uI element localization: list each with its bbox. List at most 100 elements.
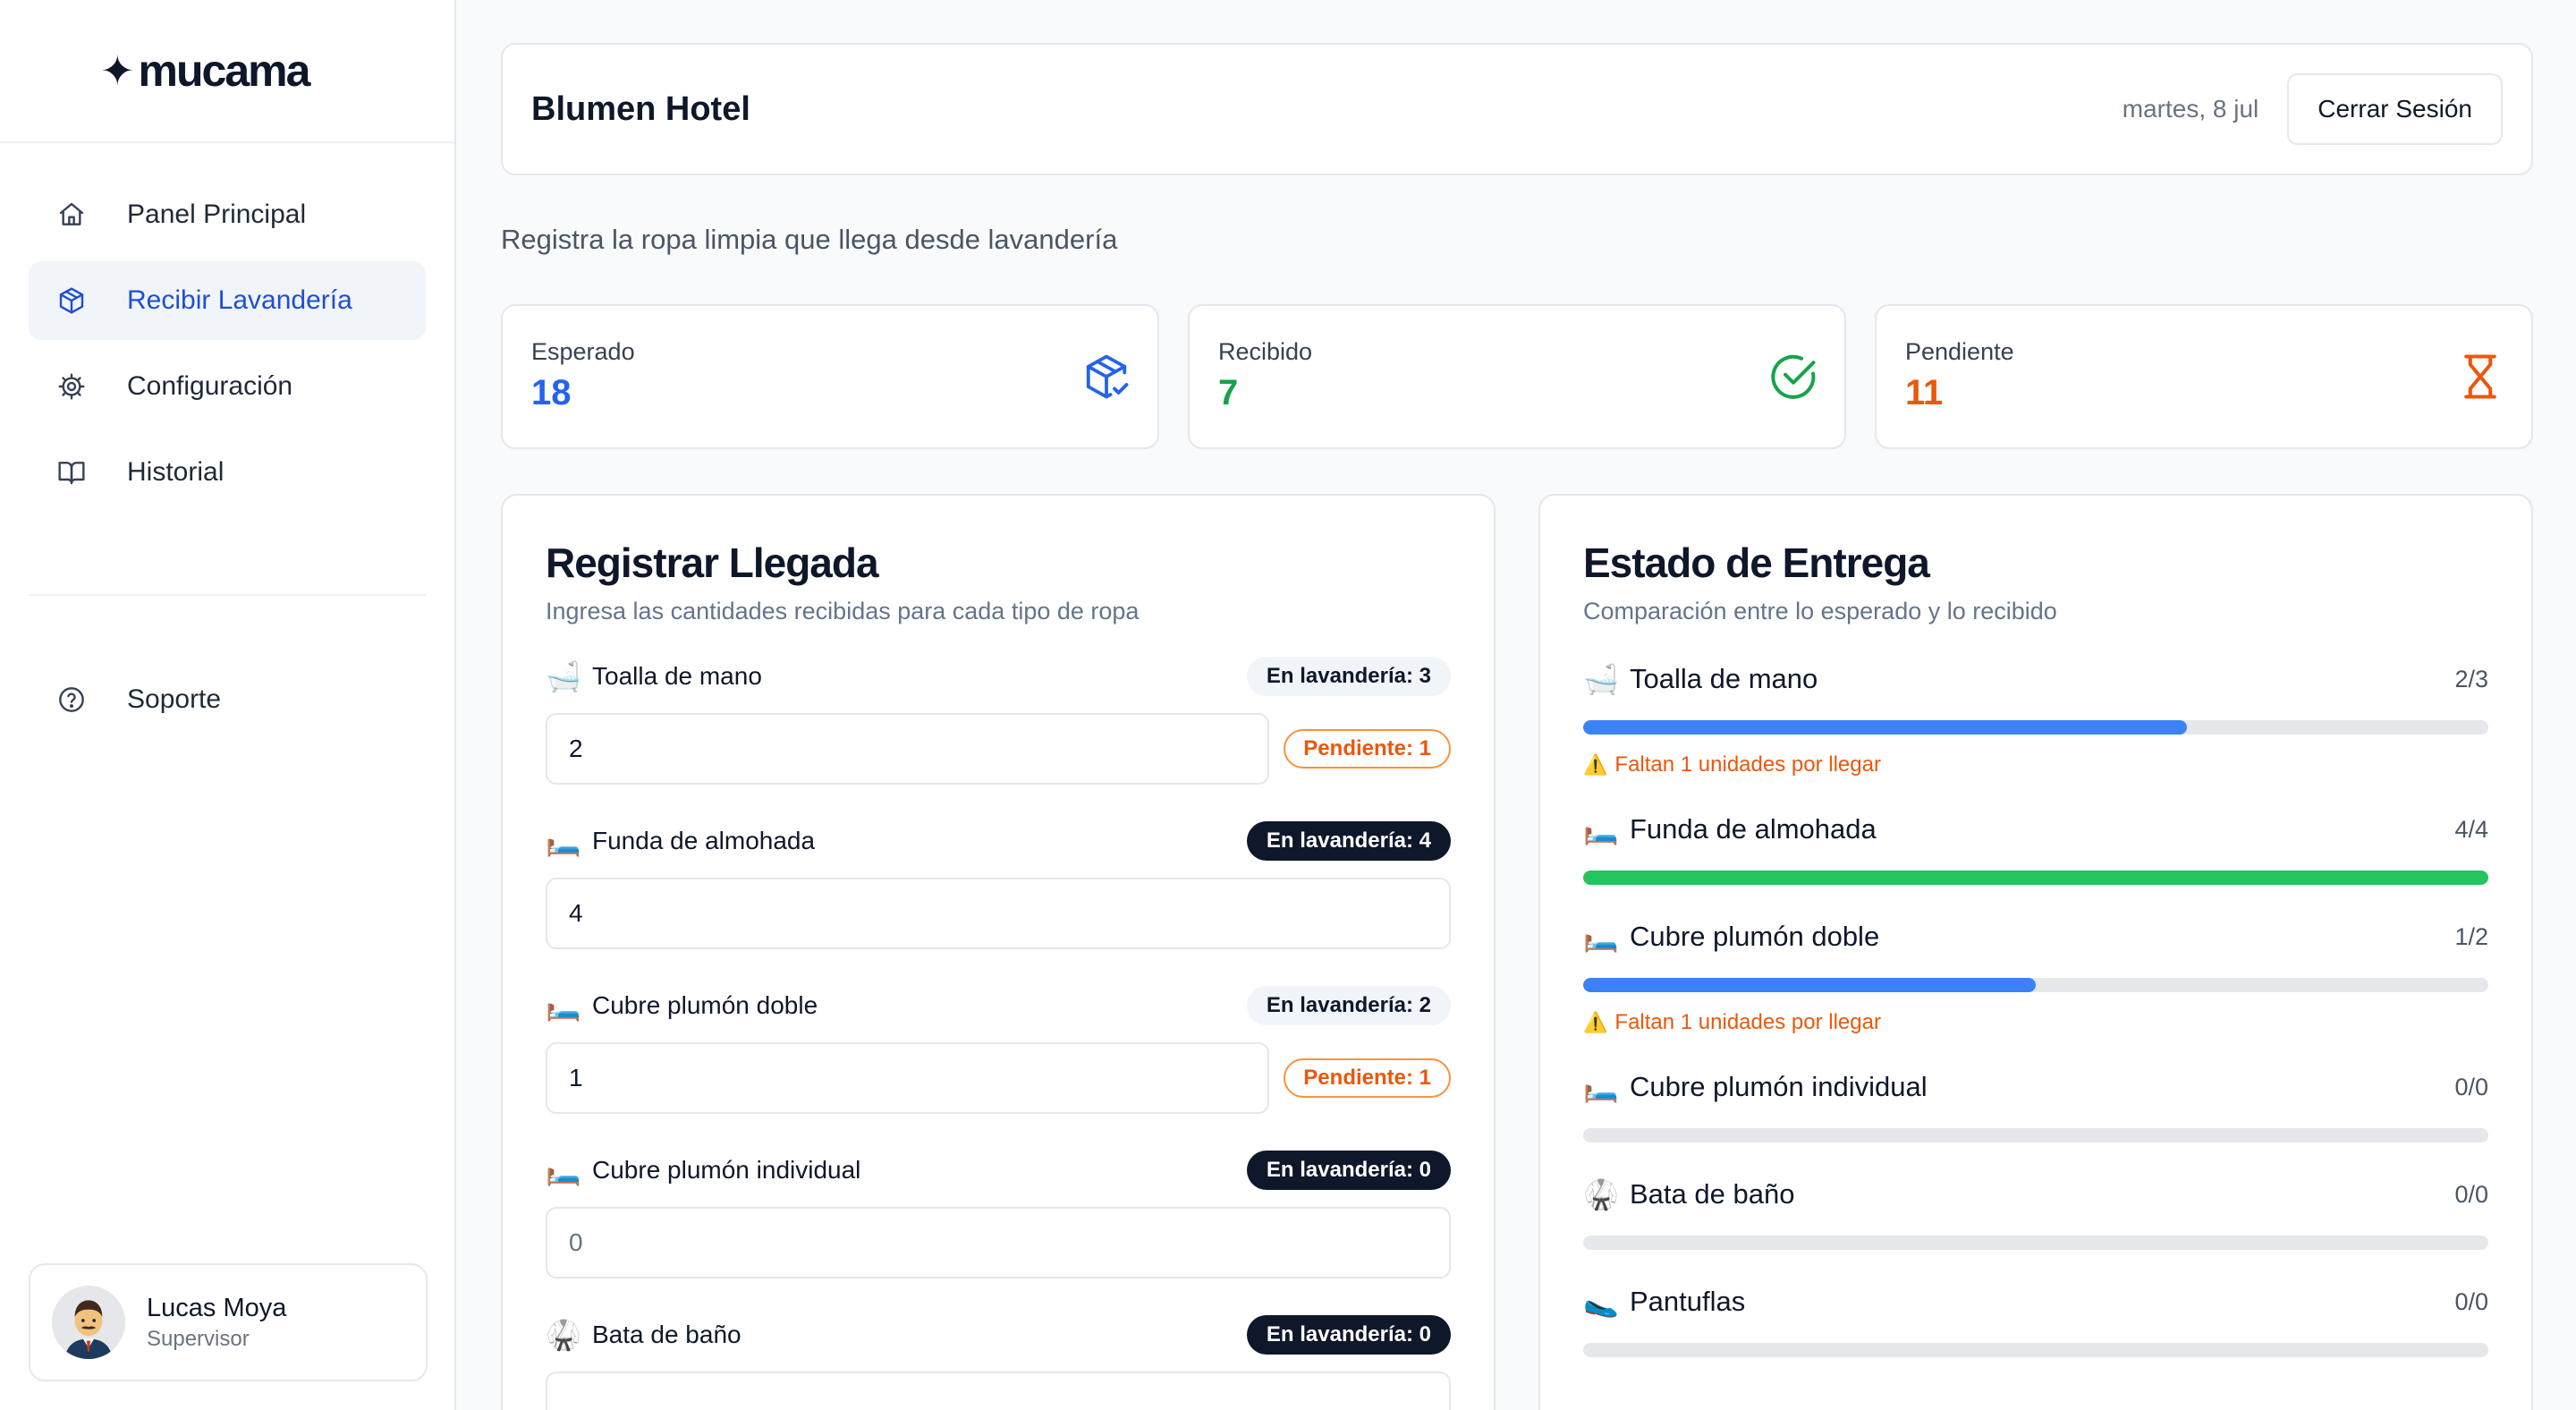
sidebar-item-soporte[interactable]: Soporte — [29, 660, 426, 739]
sidebar-item-configuracion[interactable]: Configuración — [29, 347, 426, 426]
list-item: 🥋 Bata de baño En lavandería: 0 — [546, 1312, 1451, 1410]
stat-card-recibido: Recibido 7 — [1188, 304, 1846, 449]
item-name: Pantuflas — [1630, 1286, 1746, 1317]
quantity-input[interactable] — [546, 1207, 1451, 1278]
laundry-count-badge: En lavandería: 3 — [1246, 657, 1451, 696]
progress-bar — [1583, 1236, 2488, 1250]
help-circle-icon — [55, 684, 88, 716]
list-item: 🛏️ Funda de almohada 4/4 — [1583, 808, 2488, 915]
logo-text: mucama — [138, 46, 311, 96]
user-role: Supervisor — [147, 1326, 250, 1351]
registrar-list: 🛁 Toalla de mano En lavandería: 3 Pendie… — [546, 654, 1451, 1410]
warning-text: ⚠️ Faltan 1 unidades por llegar — [1583, 1008, 2488, 1037]
check-circle-icon — [1769, 352, 1818, 401]
user-info: Lucas Moya Supervisor — [147, 1294, 286, 1352]
list-item: 🥋 Bata de baño 0/0 — [1583, 1173, 2488, 1280]
item-name: Toalla de mano — [1630, 663, 1818, 694]
robe-icon: 🥋 — [546, 1319, 581, 1351]
item-name: Bata de baño — [1630, 1178, 1795, 1210]
list-item: 🛏️ Cubre plumón individual 0/0 — [1583, 1066, 2488, 1173]
item-count: 0/0 — [2454, 1073, 2488, 1100]
item-name: Cubre plumón individual — [592, 1156, 861, 1184]
stat-value: 18 — [531, 373, 572, 412]
warning-icon: ⚠️ — [1583, 1011, 1608, 1033]
item-count: 1/2 — [2454, 922, 2488, 950]
sidebar: ✦ mucama Panel Principal Recibir Lavande… — [0, 0, 456, 1410]
stat-card-esperado: Esperado 18 — [501, 304, 1159, 449]
user-profile-card[interactable]: Lucas Moya Supervisor — [29, 1263, 428, 1381]
list-item: 🛁 Toalla de mano 2/3 ⚠️ Faltan 1 unidades… — [1583, 658, 2488, 808]
bed-icon: 🛏️ — [1583, 921, 1619, 953]
item-name: Cubre plumón doble — [592, 991, 818, 1019]
warning-icon: ⚠️ — [1583, 753, 1608, 776]
warning-label: Faltan 1 unidades por llegar — [1614, 1010, 1881, 1034]
bathtub-icon: 🛁 — [1583, 663, 1619, 695]
item-name: Funda de almohada — [1630, 813, 1877, 845]
item-name: Bata de baño — [592, 1321, 741, 1348]
panel-subtitle: Ingresa las cantidades recibidas para ca… — [546, 598, 1140, 624]
bed-icon: 🛏️ — [546, 1154, 581, 1186]
progress-bar — [1583, 871, 2488, 885]
item-name: Toalla de mano — [592, 662, 762, 690]
home-icon — [55, 199, 88, 231]
stat-card-pendiente: Pendiente 11 — [1875, 304, 2533, 449]
logo-star-icon: ✦ — [100, 47, 135, 94]
estado-entrega-panel: Estado de Entrega Comparación entre lo e… — [1538, 494, 2533, 1410]
package-check-icon — [1082, 352, 1131, 401]
stat-label: Recibido — [1218, 338, 1313, 365]
sidebar-item-recibir-lavanderia[interactable]: Recibir Lavandería — [29, 261, 426, 340]
stat-value: 7 — [1218, 373, 1239, 412]
page-subtitle: Registra la ropa limpia que llega desde … — [501, 224, 1118, 255]
quantity-input[interactable] — [546, 1042, 1270, 1114]
bed-icon: 🛏️ — [1583, 1071, 1619, 1103]
bed-icon: 🛏️ — [546, 990, 581, 1022]
quantity-input[interactable] — [546, 713, 1270, 785]
quantity-input[interactable] — [546, 878, 1451, 949]
stat-label: Esperado — [531, 338, 635, 365]
logout-button[interactable]: Cerrar Sesión — [2287, 73, 2503, 145]
list-item: 🛏️ Funda de almohada En lavandería: 4 — [546, 819, 1451, 983]
registrar-llegada-panel: Registrar Llegada Ingresa las cantidades… — [501, 494, 1496, 1410]
panel-title: Registrar Llegada — [546, 539, 879, 586]
stat-value: 11 — [1905, 373, 1944, 412]
sidebar-item-historial[interactable]: Historial — [29, 433, 426, 512]
robe-icon: 🥋 — [1583, 1178, 1619, 1210]
slipper-icon: 🥿 — [1583, 1286, 1619, 1318]
list-item: 🥿 Pantuflas 0/0 — [1583, 1280, 2488, 1388]
item-name: Funda de almohada — [592, 827, 816, 854]
laundry-count-badge: En lavandería: 2 — [1246, 986, 1451, 1025]
book-icon — [55, 456, 88, 488]
sidebar-divider — [29, 594, 426, 596]
stats-row: Esperado 18 Recibido 7 Pendiente 11 — [501, 304, 2533, 449]
progress-bar — [1583, 978, 2488, 992]
quantity-input[interactable] — [546, 1372, 1451, 1410]
item-count: 0/0 — [2454, 1180, 2488, 1208]
item-count: 2/3 — [2454, 665, 2488, 692]
sidebar-nav: Panel Principal Recibir Lavandería Confi… — [0, 143, 454, 512]
gear-icon — [55, 370, 88, 403]
progress-fill — [1583, 978, 2036, 992]
progress-fill — [1583, 871, 2488, 885]
app-logo[interactable]: ✦ mucama — [0, 0, 454, 143]
sidebar-support-section: Soporte — [0, 660, 454, 739]
page-title: Blumen Hotel — [531, 89, 750, 128]
list-item: 🛏️ Cubre plumón individual En lavandería… — [546, 1148, 1451, 1312]
warning-text: ⚠️ Faltan 1 unidades por llegar — [1583, 751, 2488, 779]
user-name: Lucas Moya — [147, 1293, 287, 1322]
sidebar-item-label: Historial — [127, 457, 225, 487]
laundry-count-badge: En lavandería: 4 — [1246, 821, 1451, 861]
stat-label: Pendiente — [1905, 338, 2014, 365]
laundry-count-badge: En lavandería: 0 — [1246, 1151, 1451, 1190]
estado-list: 🛁 Toalla de mano 2/3 ⚠️ Faltan 1 unidades… — [1583, 658, 2488, 1388]
sidebar-item-panel-principal[interactable]: Panel Principal — [29, 175, 426, 254]
hourglass-icon — [2456, 352, 2504, 401]
main-content: Blumen Hotel martes, 8 jul Cerrar Sesión… — [456, 0, 2576, 1410]
item-count: 0/0 — [2454, 1287, 2488, 1315]
bed-icon: 🛏️ — [546, 825, 581, 857]
progress-bar — [1583, 720, 2488, 735]
sidebar-item-label: Recibir Lavandería — [127, 285, 352, 315]
item-name: Cubre plumón individual — [1630, 1071, 1928, 1102]
panel-subtitle: Comparación entre lo esperado y lo recib… — [1583, 598, 2057, 624]
progress-bar — [1583, 1343, 2488, 1357]
panel-title: Estado de Entrega — [1583, 539, 1930, 586]
